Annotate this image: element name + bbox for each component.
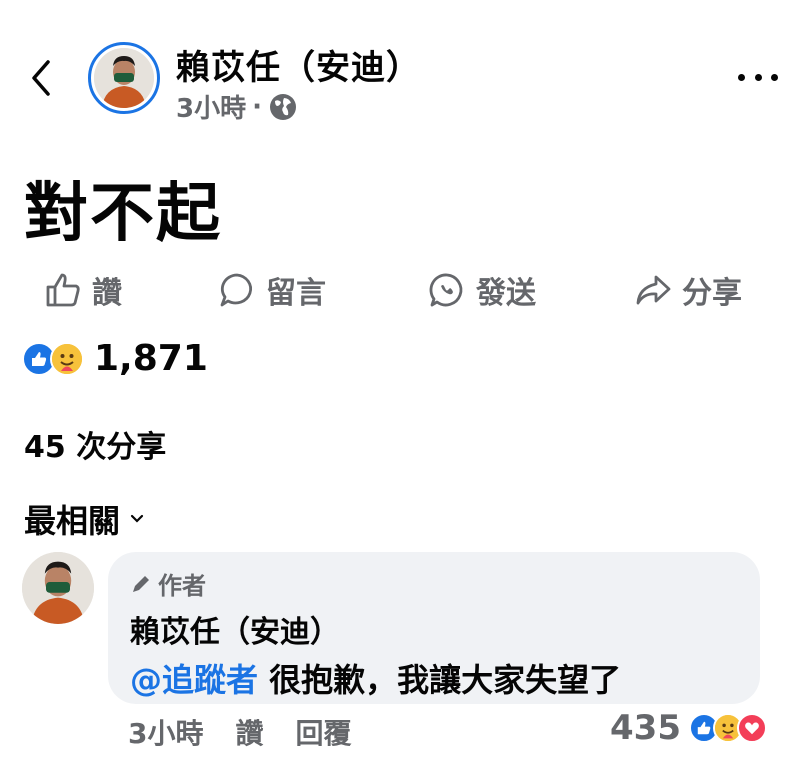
badge-label: 作者 xyxy=(158,572,206,600)
comment-icon xyxy=(220,273,253,307)
globe-icon[interactable] xyxy=(268,92,298,122)
comment-reply-button[interactable]: 回覆 xyxy=(296,712,352,752)
more-dot xyxy=(771,73,778,81)
comment-reactions[interactable]: 435 xyxy=(610,708,767,748)
meta-separator: · xyxy=(252,91,262,122)
comment-label: 留言 xyxy=(266,276,326,311)
sort-label: 最相關 xyxy=(24,502,121,540)
share-button[interactable]: 分享 xyxy=(634,262,742,318)
post-text: 對不起 xyxy=(24,177,222,251)
back-button[interactable] xyxy=(28,56,58,100)
comment-sort-dropdown[interactable]: 最相關 xyxy=(24,496,146,542)
author-badge: 作者 xyxy=(130,566,738,601)
comment-reaction-count: 435 xyxy=(610,708,681,748)
comment-author[interactable]: 賴苡任（安迪） xyxy=(130,607,738,651)
thumbs-up-icon xyxy=(46,273,80,307)
like-button[interactable]: 讚 xyxy=(44,262,122,318)
messenger-icon xyxy=(429,273,463,307)
share-icon xyxy=(636,275,671,305)
love-reaction-icon xyxy=(736,713,767,743)
more-dot xyxy=(754,73,762,81)
comment-meta: 3小時 讚 回覆 xyxy=(128,712,352,752)
comment-body: 很抱歉，我讓大家失望了 xyxy=(258,661,622,699)
action-bar: 讚 留言 發送 分享 xyxy=(0,262,800,318)
chevron-left-icon xyxy=(32,60,50,96)
chevron-down-icon xyxy=(130,514,144,523)
comment-like-button[interactable]: 讚 xyxy=(235,712,263,752)
avatar-image xyxy=(22,552,94,624)
share-count[interactable]: 45 次分享 xyxy=(24,422,166,466)
send-button[interactable]: 發送 xyxy=(428,262,536,318)
reactions-summary[interactable]: 1,871 xyxy=(22,338,208,379)
more-dot xyxy=(738,73,745,81)
more-options-button[interactable] xyxy=(738,62,778,92)
share-label: 分享 xyxy=(682,276,742,311)
reaction-count: 1,871 xyxy=(94,338,208,379)
comment-text: @追蹤者 很抱歉，我讓大家失望了 xyxy=(130,655,738,701)
author-name[interactable]: 賴苡任（安迪） xyxy=(176,40,421,89)
like-label: 讚 xyxy=(92,276,122,311)
send-label: 發送 xyxy=(476,276,536,311)
comment-avatar[interactable] xyxy=(22,552,94,624)
comment-button[interactable]: 留言 xyxy=(218,262,326,318)
pencil-icon xyxy=(133,575,149,592)
care-reaction-icon xyxy=(50,341,84,376)
comment-time[interactable]: 3小時 xyxy=(128,712,203,752)
author-avatar[interactable] xyxy=(88,42,160,114)
post-time[interactable]: 3小時 xyxy=(176,88,246,125)
comment-bubble[interactable]: 作者 賴苡任（安迪） @追蹤者 很抱歉，我讓大家失望了 xyxy=(108,552,760,704)
mention-link[interactable]: @追蹤者 xyxy=(130,661,258,699)
post-meta: 3小時 · xyxy=(176,88,298,125)
avatar-image xyxy=(94,48,154,108)
